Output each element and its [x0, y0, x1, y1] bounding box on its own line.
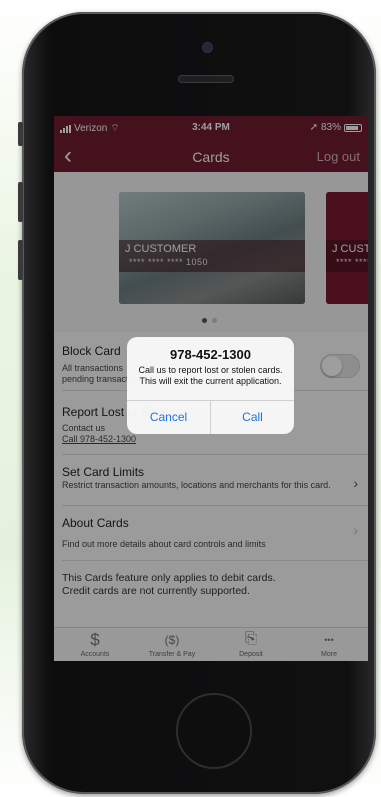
- cancel-button[interactable]: Cancel: [127, 400, 210, 434]
- mute-switch: [18, 122, 23, 146]
- volume-down-button: [18, 240, 23, 280]
- front-camera: [203, 43, 212, 52]
- earpiece-speaker: [178, 75, 234, 83]
- call-button[interactable]: Call: [211, 400, 294, 434]
- call-alert-dialog: 978-452-1300 Call us to report lost or s…: [127, 337, 294, 434]
- home-button[interactable]: [176, 693, 252, 769]
- alert-message: Call us to report lost or stolen cards. …: [138, 365, 283, 386]
- volume-up-button: [18, 182, 23, 222]
- alert-title: 978-452-1300: [170, 347, 251, 362]
- app-screen: Verizon ⌔ 3:44 PM ➚ 83% ‹ Cards Log out …: [54, 116, 368, 661]
